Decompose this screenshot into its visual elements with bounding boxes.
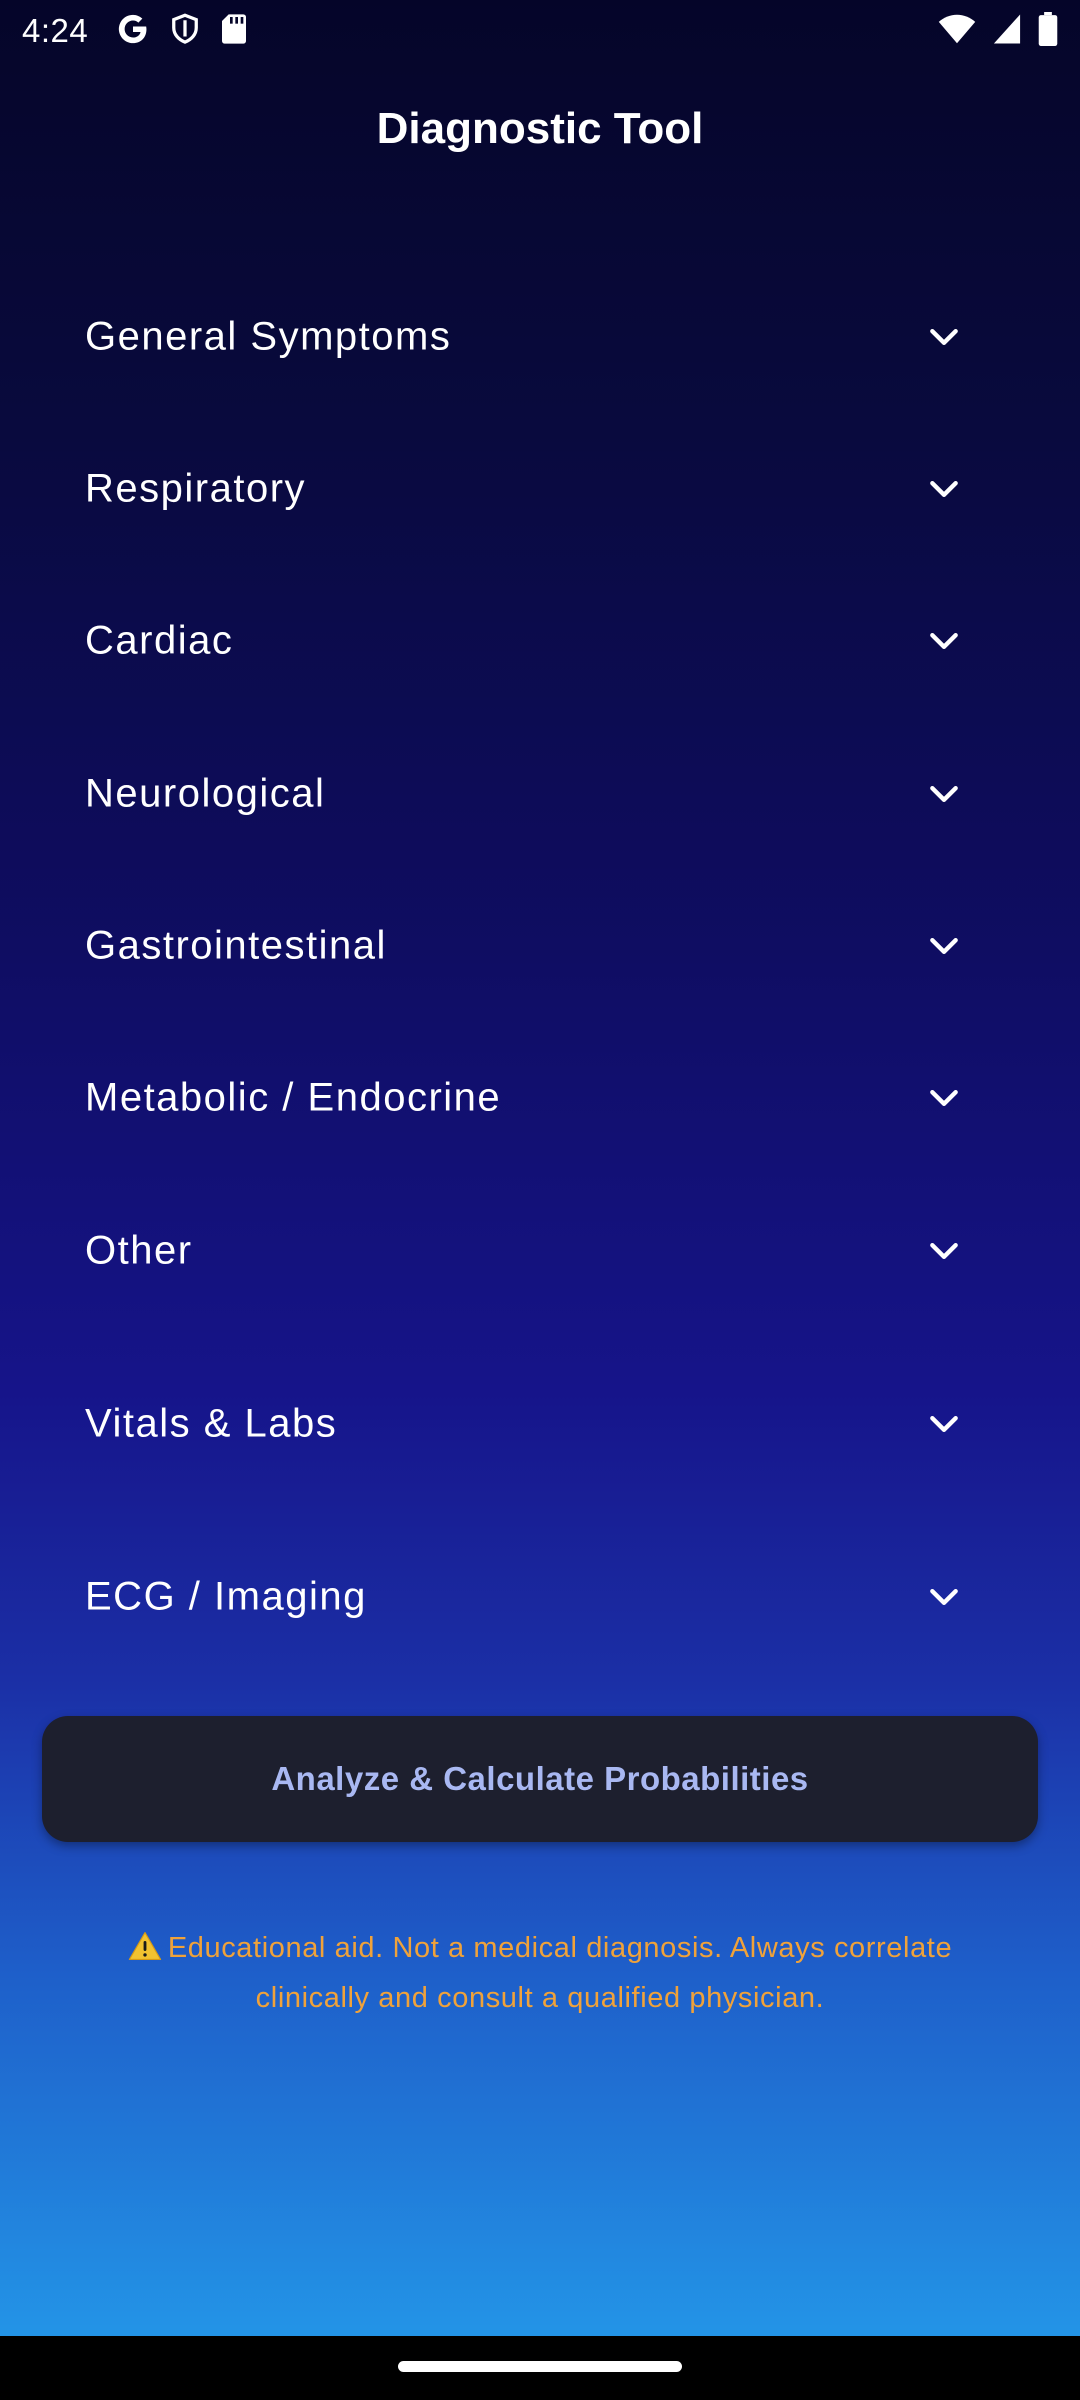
section-label: Cardiac <box>85 618 234 663</box>
chevron-down-icon[interactable] <box>924 621 964 661</box>
section-label: Gastrointestinal <box>85 923 387 968</box>
battery-icon <box>1038 12 1058 46</box>
chevron-down-icon[interactable] <box>924 1231 964 1271</box>
cell-signal-icon <box>992 13 1022 45</box>
analyze-button-label: Analyze & Calculate Probabilities <box>271 1760 809 1797</box>
status-time: 4:24 <box>22 12 89 49</box>
section-label: ECG / Imaging <box>85 1574 367 1619</box>
disclaimer-text: Educational aid. Not a medical diagnosis… <box>167 1932 953 2014</box>
chevron-down-icon[interactable] <box>924 1404 964 1444</box>
shield-icon <box>170 12 200 46</box>
section-respiratory[interactable]: Respiratory <box>0 429 1080 549</box>
chevron-down-icon[interactable] <box>924 1577 964 1617</box>
warning-icon <box>128 1929 162 1975</box>
section-other[interactable]: Other <box>0 1191 1080 1311</box>
section-ecg-imaging[interactable]: ECG / Imaging <box>0 1537 1080 1657</box>
sd-card-icon <box>220 13 248 45</box>
section-vitals-labs[interactable]: Vitals & Labs <box>0 1364 1080 1484</box>
analyze-button[interactable]: Analyze & Calculate Probabilities <box>42 1716 1038 1842</box>
section-label: Respiratory <box>85 466 307 511</box>
section-general-symptoms[interactable]: General Symptoms <box>0 277 1080 397</box>
google-icon <box>116 12 150 46</box>
section-label: Vitals & Labs <box>85 1401 338 1446</box>
section-metabolic-endocrine[interactable]: Metabolic / Endocrine <box>0 1038 1080 1158</box>
chevron-down-icon[interactable] <box>924 317 964 357</box>
section-label: Neurological <box>85 771 326 816</box>
page-title: Diagnostic Tool <box>376 104 704 153</box>
wifi-icon <box>938 13 976 45</box>
section-label: General Symptoms <box>85 314 452 359</box>
chevron-down-icon[interactable] <box>924 926 964 966</box>
section-label: Metabolic / Endocrine <box>85 1075 502 1120</box>
chevron-down-icon[interactable] <box>924 774 964 814</box>
chevron-down-icon[interactable] <box>924 469 964 509</box>
chevron-down-icon[interactable] <box>924 1078 964 1118</box>
home-handle[interactable] <box>398 2361 682 2372</box>
section-gastrointestinal[interactable]: Gastrointestinal <box>0 886 1080 1006</box>
status-system-icons <box>938 12 1058 46</box>
disclaimer: Educational aid. Not a medical diagnosis… <box>80 1925 1000 2021</box>
status-notification-icons <box>116 12 248 46</box>
section-neurological[interactable]: Neurological <box>0 734 1080 854</box>
section-cardiac[interactable]: Cardiac <box>0 581 1080 701</box>
section-label: Other <box>85 1228 193 1273</box>
status-bar: 4:24 <box>0 0 1080 64</box>
